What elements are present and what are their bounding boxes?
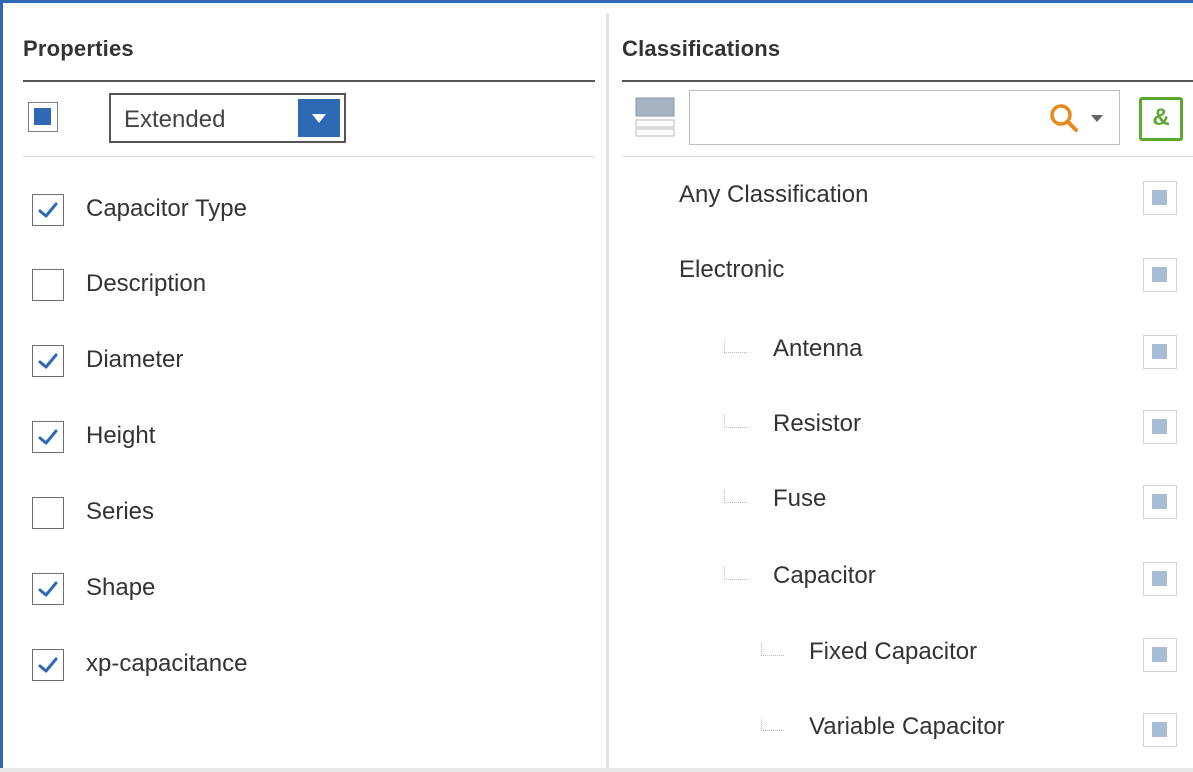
tree-item[interactable]: Antenna <box>609 335 1177 375</box>
property-filter-value: Extended <box>124 106 226 133</box>
tree-item[interactable]: Fuse <box>609 485 1177 525</box>
property-item[interactable]: Capacitor Type <box>32 194 592 232</box>
tree-item-label: Variable Capacitor <box>809 713 1005 740</box>
partial-check-indicator <box>1152 190 1167 205</box>
tree-item-label: Any Classification <box>679 181 869 208</box>
tree-item[interactable]: Capacitor <box>609 562 1177 602</box>
classifications-toolbar-divider <box>622 156 1193 157</box>
chevron-down-icon <box>312 114 326 123</box>
tree-item[interactable]: Any Classification <box>609 181 1177 221</box>
properties-header-divider <box>23 80 595 82</box>
tree-item-checkbox[interactable] <box>1143 410 1177 444</box>
property-item[interactable]: Diameter <box>32 345 592 383</box>
partial-check-indicator <box>1152 344 1167 359</box>
tree-item-label: Electronic <box>679 256 785 283</box>
properties-panel: Properties Extended Capacitor Type Descr… <box>3 13 605 768</box>
tree-item-checkbox[interactable] <box>1143 181 1177 215</box>
select-all-checkbox[interactable] <box>28 102 58 132</box>
tree-item[interactable]: Fixed Capacitor <box>609 638 1177 678</box>
check-icon <box>38 657 58 673</box>
partial-check-indicator <box>1152 494 1167 509</box>
tree-item[interactable]: Variable Capacitor <box>609 713 1177 753</box>
properties-toolbar-divider <box>23 156 595 157</box>
property-checkbox[interactable] <box>32 421 64 453</box>
chevron-down-icon[interactable] <box>1091 115 1103 122</box>
check-icon <box>38 581 58 597</box>
property-label: xp-capacitance <box>86 650 248 677</box>
check-icon <box>38 429 58 445</box>
partial-check-indicator <box>1152 571 1167 586</box>
property-checkbox[interactable] <box>32 269 64 301</box>
partial-check-indicator <box>34 108 51 125</box>
property-item[interactable]: Series <box>32 497 592 535</box>
tree-connector <box>761 643 784 656</box>
property-label: Height <box>86 422 156 449</box>
tree-item-checkbox[interactable] <box>1143 335 1177 369</box>
check-icon <box>38 353 58 369</box>
tree-connector <box>724 415 747 428</box>
property-label: Series <box>86 498 155 525</box>
property-filter-select[interactable]: Extended <box>109 93 346 143</box>
tree-item-checkbox[interactable] <box>1143 713 1177 747</box>
list-view-icon[interactable] <box>635 97 675 137</box>
property-label: Description <box>86 270 207 297</box>
property-item[interactable]: Shape <box>32 573 592 611</box>
tree-item-label: Resistor <box>773 410 862 437</box>
partial-check-indicator <box>1152 267 1167 282</box>
classification-search-input[interactable] <box>689 90 1120 145</box>
and-operator-button[interactable]: & <box>1139 97 1183 141</box>
tree-item-checkbox[interactable] <box>1143 638 1177 672</box>
tree-item-label: Capacitor <box>773 562 876 589</box>
classifications-header-divider <box>622 80 1193 82</box>
tree-item[interactable]: Resistor <box>609 410 1177 450</box>
search-icon[interactable] <box>1049 103 1079 133</box>
property-checkbox[interactable] <box>32 345 64 377</box>
property-item[interactable]: Description <box>32 269 592 307</box>
property-item[interactable]: Height <box>32 421 592 459</box>
window-bottom-edge <box>0 768 1193 772</box>
tree-item-label: Fixed Capacitor <box>809 638 978 665</box>
partial-check-indicator <box>1152 419 1167 434</box>
property-filter-dropdown-button[interactable] <box>298 99 340 137</box>
check-icon <box>38 202 58 218</box>
property-label: Capacitor Type <box>86 195 247 222</box>
tree-connector <box>724 567 747 580</box>
property-checkbox[interactable] <box>32 194 64 226</box>
tree-item-checkbox[interactable] <box>1143 258 1177 292</box>
properties-title: Properties <box>23 36 134 61</box>
tree-connector <box>724 340 747 353</box>
partial-check-indicator <box>1152 722 1167 737</box>
tree-item-checkbox[interactable] <box>1143 485 1177 519</box>
tree-connector <box>761 718 784 731</box>
property-checkbox[interactable] <box>32 497 64 529</box>
tree-item[interactable]: Electronic <box>609 256 1177 296</box>
property-checkbox[interactable] <box>32 573 64 605</box>
property-item[interactable]: xp-capacitance <box>32 649 592 687</box>
tree-item-checkbox[interactable] <box>1143 562 1177 596</box>
property-checkbox[interactable] <box>32 649 64 681</box>
classifications-panel: Classifications & Any Classification Ele… <box>609 13 1193 768</box>
tree-item-label: Antenna <box>773 335 863 362</box>
property-label: Shape <box>86 574 156 601</box>
property-label: Diameter <box>86 346 184 373</box>
tree-connector <box>724 490 747 503</box>
classifications-title: Classifications <box>622 36 781 61</box>
tree-item-label: Fuse <box>773 485 827 512</box>
partial-check-indicator <box>1152 647 1167 662</box>
